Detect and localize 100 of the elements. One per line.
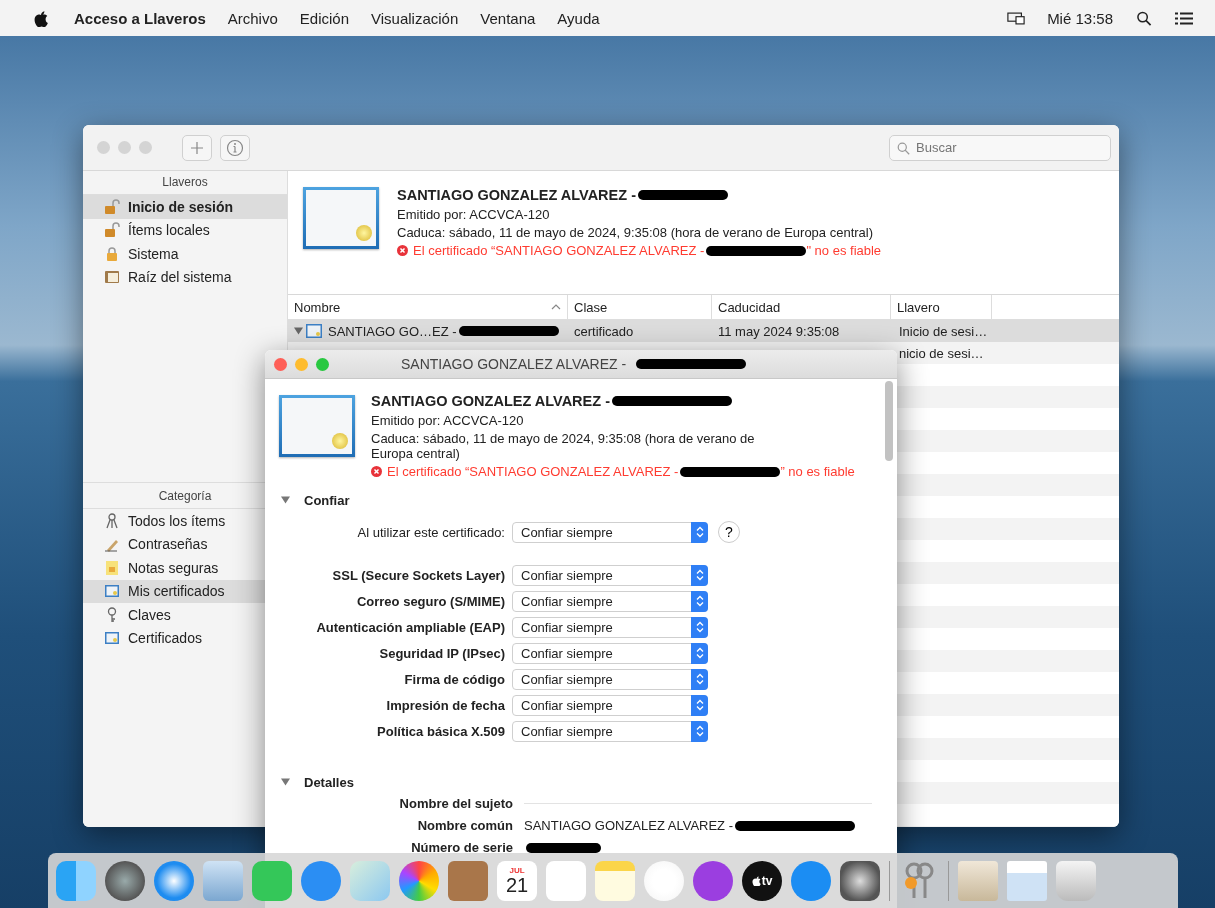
field-value: SANTIAGO GONZALEZ ALVAREZ - xyxy=(524,818,733,833)
note-icon xyxy=(104,559,120,576)
cabinet-icon xyxy=(104,269,120,286)
open-padlock-icon xyxy=(104,222,120,239)
warning-text: El certificado “SANTIAGO GONZALEZ ALVAREZ - xyxy=(387,464,679,479)
search-icon[interactable] xyxy=(1135,10,1153,26)
scrollbar-thumb[interactable] xyxy=(885,381,893,461)
table-cell: 11 may 2024 9:35:08 xyxy=(718,323,840,339)
certificate-name: SANTIAGO GONZALEZ ALVAREZ - xyxy=(397,187,636,203)
zoom-button[interactable] xyxy=(316,357,329,371)
field-label: Nombre del sujeto xyxy=(398,796,513,811)
certificate-icon xyxy=(279,395,355,457)
sidebar-item[interactable]: Claves xyxy=(83,603,287,627)
column-header[interactable]: Nombre xyxy=(288,295,568,319)
help-button[interactable]: ? xyxy=(718,521,740,543)
stepper-icon xyxy=(691,616,708,638)
sidebar-item[interactable]: Certificados xyxy=(83,626,287,650)
column-header[interactable]: Clase xyxy=(568,295,712,319)
stepper-icon xyxy=(691,694,708,716)
certificate-name: SANTIAGO GONZALEZ ALVAREZ - xyxy=(371,393,610,409)
table-cell: certificado xyxy=(574,323,634,339)
sidebar-item[interactable]: Raíz del sistema xyxy=(83,265,287,289)
certificate-icon xyxy=(306,324,322,338)
section-heading: Confiar xyxy=(304,492,350,508)
field-label: Nombre común xyxy=(416,818,513,833)
stepper-icon xyxy=(691,642,708,664)
field-label: Seguridad IP (IPsec) xyxy=(378,645,505,661)
minimize-button[interactable] xyxy=(118,141,131,154)
sidebar-item[interactable]: Contraseñas xyxy=(83,532,287,556)
notepad-icon[interactable] xyxy=(595,861,635,901)
apple-icon[interactable] xyxy=(34,9,48,27)
tv-icon[interactable]: tv xyxy=(742,861,782,901)
padlock-icon xyxy=(104,245,120,262)
info-button[interactable] xyxy=(220,134,250,161)
disclosure-triangle-icon[interactable] xyxy=(281,496,290,504)
info-icon xyxy=(226,138,244,157)
error-icon xyxy=(371,466,382,477)
add-button[interactable] xyxy=(182,134,212,161)
clock[interactable]: Mié 13:58 xyxy=(1047,9,1113,27)
sidebar-item[interactable]: Sistema xyxy=(83,242,287,266)
search-field[interactable]: Buscar xyxy=(889,134,1111,161)
disclosure-triangle-icon[interactable] xyxy=(294,327,303,335)
trust-popup[interactable]: Confiar siempre xyxy=(512,720,708,742)
table-row[interactable]: SANTIAGO GO…EZ - certificado 11 may 2024 9:35:08 Inicio de sesi… xyxy=(288,320,1119,342)
field-label: Autenticación ampliable (EAP) xyxy=(315,619,505,635)
close-button[interactable] xyxy=(274,357,287,371)
warning-text: El certificado “SANTIAGO GONZALEZ ALVAREZ - xyxy=(413,243,705,258)
app-menu[interactable]: Acceso a Llaveros xyxy=(74,9,206,27)
trust-popup[interactable]: Confiar siempre xyxy=(512,616,708,638)
trust-popup[interactable]: Confiar siempre xyxy=(512,642,708,664)
menu-item[interactable]: Visualización xyxy=(371,9,459,27)
field-label: Impresión de fecha xyxy=(385,697,505,713)
column-header[interactable]: Caducidad xyxy=(712,295,891,319)
sidebar-item[interactable]: Notas seguras xyxy=(83,556,287,580)
stepper-icon xyxy=(691,564,708,586)
field-label: Firma de código xyxy=(403,671,505,687)
stepper-icon xyxy=(691,590,708,612)
display-icon[interactable] xyxy=(1007,10,1026,26)
plus-icon xyxy=(190,140,204,155)
field-label: Al utilizar este certificado: xyxy=(356,524,505,540)
search-icon xyxy=(897,141,910,155)
trust-popup[interactable]: Confiar siempre xyxy=(512,668,708,690)
field-label: SSL (Secure Sockets Layer) xyxy=(331,567,505,583)
field-label: Política básica X.509 xyxy=(376,723,505,739)
menu-item[interactable]: Archivo xyxy=(227,9,278,27)
open-padlock-icon xyxy=(104,198,120,215)
trust-popup[interactable]: Confiar siempre xyxy=(512,694,708,716)
field-label: Correo seguro (S/MIME) xyxy=(355,593,505,609)
error-icon xyxy=(397,245,408,256)
expiry-text: Caduca: sábado, 11 de mayo de 2024, 9:35:08 (hora de verano de Europa central) xyxy=(371,431,756,461)
zoom-button[interactable] xyxy=(139,141,152,154)
stepper-icon xyxy=(691,521,708,543)
menu-list-icon[interactable] xyxy=(1175,10,1193,26)
warning-text: " no es fiable xyxy=(806,243,882,258)
menu-item[interactable]: Ventana xyxy=(480,9,536,27)
disclosure-triangle-icon[interactable] xyxy=(281,778,290,786)
expiry-text: Caduca: sábado, 11 de mayo de 2024, 9:35:08 (hora de verano de Europa central) xyxy=(397,225,875,240)
calendar-icon[interactable]: JUL 21 xyxy=(497,861,537,901)
sidebar-item[interactable]: Todos los ítems xyxy=(83,509,287,533)
section-heading: Detalles xyxy=(304,774,354,790)
close-button[interactable] xyxy=(97,141,110,154)
certificate-icon xyxy=(104,583,120,600)
window-icon[interactable] xyxy=(1007,861,1047,901)
sidebar-item[interactable]: Ítems locales xyxy=(83,218,287,242)
table-cell: SANTIAGO GO…EZ - xyxy=(328,323,457,339)
menu-item[interactable]: Edición xyxy=(299,9,349,27)
minimize-button[interactable] xyxy=(295,357,308,371)
column-header[interactable]: Llavero xyxy=(891,295,992,319)
stepper-icon xyxy=(691,668,708,690)
trust-popup[interactable]: Confiar siempre xyxy=(512,590,708,612)
sidebar-item[interactable]: Inicio de sesión xyxy=(83,195,287,219)
warning-text: ” no es fiable xyxy=(780,464,855,479)
certificate-icon xyxy=(104,630,120,647)
menu-item[interactable]: Ayuda xyxy=(557,9,600,27)
trust-popup[interactable]: Confiar siempre xyxy=(512,564,708,586)
issuer-text: Emitido por: ACCVCA-120 xyxy=(397,207,551,222)
field-label: Número de serie xyxy=(410,840,513,855)
trust-popup[interactable]: Confiar siempre xyxy=(512,521,708,543)
keys-icon xyxy=(104,512,120,529)
issuer-text: Emitido por: ACCVCA-120 xyxy=(371,413,525,428)
